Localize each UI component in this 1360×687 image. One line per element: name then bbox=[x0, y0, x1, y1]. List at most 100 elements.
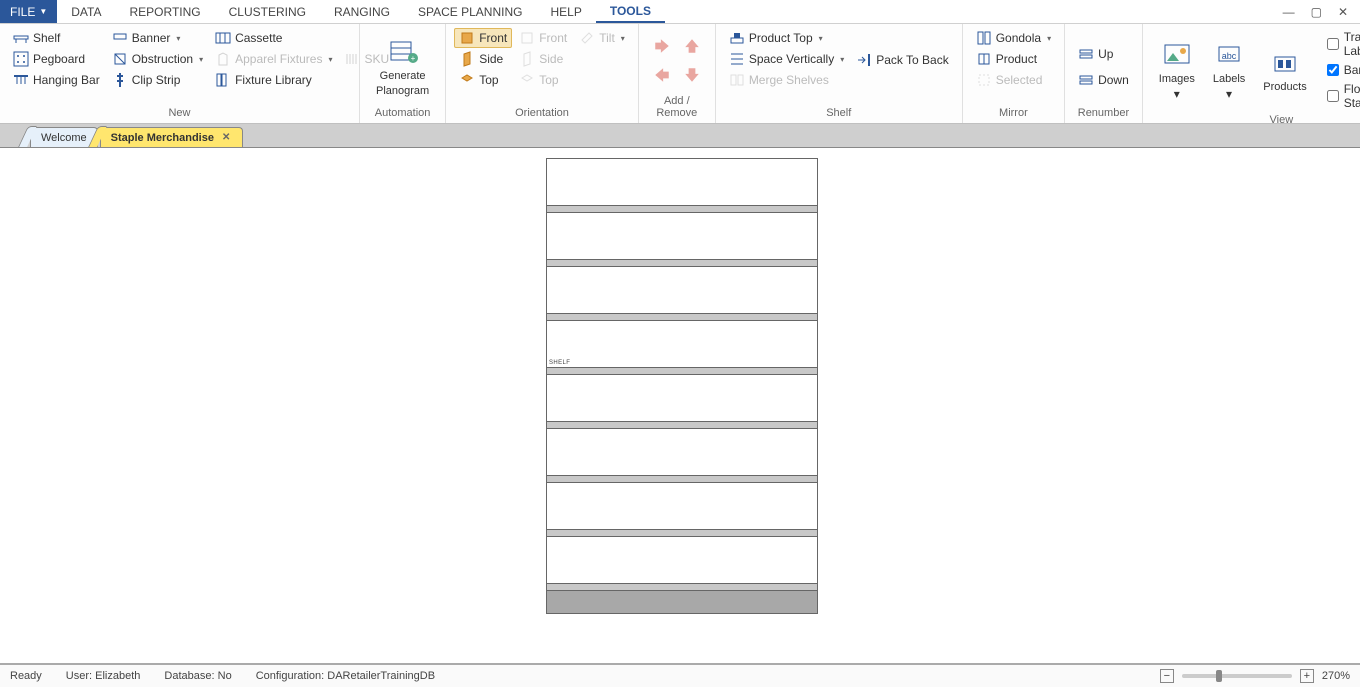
renumber-up-button[interactable]: Up bbox=[1073, 44, 1134, 64]
caps-top-icon bbox=[519, 72, 535, 88]
shelf-row[interactable] bbox=[547, 213, 817, 267]
status-ready: Ready bbox=[10, 670, 42, 682]
banners-checkbox[interactable]: Banners bbox=[1323, 61, 1360, 79]
pack-to-back-button[interactable]: Pack To Back bbox=[851, 50, 953, 70]
menu-help[interactable]: HELP bbox=[536, 0, 595, 23]
product-top-button[interactable]: Product Top▾ bbox=[724, 28, 849, 48]
shelf-row[interactable] bbox=[547, 159, 817, 213]
mirror-product-button[interactable]: Product bbox=[971, 49, 1056, 69]
caret-down-icon: ▾ bbox=[199, 55, 203, 64]
images-button[interactable]: Images ▾ bbox=[1151, 28, 1203, 112]
menu-tools[interactable]: TOOLS bbox=[596, 0, 665, 23]
group-label-renumber: Renumber bbox=[1073, 105, 1134, 123]
group-label-addremove: Add / Remove bbox=[647, 93, 707, 123]
products-button[interactable]: Products bbox=[1255, 28, 1314, 112]
shelf-row[interactable]: SHELF bbox=[547, 321, 817, 375]
shelf-row[interactable] bbox=[547, 483, 817, 537]
apparel-label: Apparel Fixtures bbox=[235, 52, 322, 66]
images-label: Images bbox=[1159, 73, 1195, 86]
caret-down-icon: ▾ bbox=[1226, 87, 1232, 101]
shelf-row[interactable] bbox=[547, 537, 817, 591]
labels-button[interactable]: abc Labels ▾ bbox=[1205, 28, 1253, 112]
mirror-selected-button: Selected bbox=[971, 70, 1056, 90]
ribbon-group-addremove: Add / Remove bbox=[639, 24, 716, 123]
orientation-front-button[interactable]: Front bbox=[454, 28, 512, 48]
zoom-slider-thumb[interactable] bbox=[1216, 670, 1222, 682]
caret-down-icon: ▾ bbox=[176, 34, 180, 43]
obstruction-label: Obstruction bbox=[132, 52, 193, 66]
shelf-row[interactable] bbox=[547, 267, 817, 321]
down-icon bbox=[1078, 72, 1094, 88]
obstruction-button[interactable]: Obstruction ▾ bbox=[107, 49, 208, 69]
orientation-top-button[interactable]: Top bbox=[454, 70, 512, 90]
tilt-button: Tilt▾ bbox=[574, 28, 630, 48]
selected-icon bbox=[976, 72, 992, 88]
generate-planogram-button[interactable]: + Generate Planogram bbox=[368, 28, 437, 105]
floating-status-checkbox[interactable]: Floating Status bbox=[1323, 80, 1360, 112]
tab-welcome[interactable]: Welcome bbox=[30, 127, 98, 147]
hanging-bar-button[interactable]: Hanging Bar bbox=[8, 70, 105, 90]
transparent-label: Transparent Lab bbox=[1344, 30, 1360, 58]
remove-down-icon[interactable] bbox=[683, 66, 701, 84]
mirror-gondola-button[interactable]: Gondola▾ bbox=[971, 28, 1056, 48]
apparel-fixtures-button: Apparel Fixtures▾ bbox=[210, 49, 337, 69]
caret-down-icon: ▾ bbox=[1047, 34, 1051, 43]
ribbon-group-automation: + Generate Planogram Automation bbox=[360, 24, 446, 123]
caps-side-label: Side bbox=[539, 52, 563, 66]
hanging-bar-label: Hanging Bar bbox=[33, 73, 100, 87]
caps-top-label: Top bbox=[539, 73, 558, 87]
shelf-row[interactable] bbox=[547, 429, 817, 483]
group-label-orientation: Orientation bbox=[454, 105, 630, 123]
menu-file[interactable]: FILE ▼ bbox=[0, 0, 57, 23]
caret-down-icon: ▼ bbox=[39, 7, 47, 16]
zoom-out-button[interactable]: − bbox=[1160, 669, 1174, 683]
tab-staple-merchandise[interactable]: Staple Merchandise ✕ bbox=[100, 127, 244, 147]
shelf-button[interactable]: Shelf bbox=[8, 28, 105, 48]
zoom-slider[interactable] bbox=[1182, 674, 1292, 678]
group-label-view: View bbox=[1151, 112, 1360, 130]
generate-label-2: Planogram bbox=[376, 85, 429, 98]
orientation-side-button[interactable]: Side bbox=[454, 49, 512, 69]
floating-label: Floating Status bbox=[1344, 82, 1360, 110]
gondola-base[interactable] bbox=[547, 591, 817, 613]
maximize-button[interactable]: ▢ bbox=[1307, 5, 1326, 19]
pegboard-button[interactable]: Pegboard bbox=[8, 49, 105, 69]
minimize-button[interactable]: — bbox=[1279, 5, 1299, 19]
group-label-new: New bbox=[8, 105, 351, 123]
menu-reporting[interactable]: REPORTING bbox=[116, 0, 215, 23]
generate-planogram-icon: + bbox=[387, 36, 419, 68]
menu-clustering[interactable]: CLUSTERING bbox=[215, 0, 320, 23]
menu-data[interactable]: DATA bbox=[57, 0, 115, 23]
zoom-in-button[interactable]: + bbox=[1300, 669, 1314, 683]
clip-strip-button[interactable]: Clip Strip bbox=[107, 70, 208, 90]
sku-icon bbox=[344, 51, 360, 67]
cassette-label: Cassette bbox=[235, 31, 282, 45]
merge-icon bbox=[729, 72, 745, 88]
renumber-down-button[interactable]: Down bbox=[1073, 70, 1134, 90]
shelf-row[interactable] bbox=[547, 375, 817, 429]
images-icon bbox=[1161, 39, 1193, 71]
shelf-text-label: SHELF bbox=[549, 360, 570, 366]
tab-close-button[interactable]: ✕ bbox=[220, 132, 232, 143]
add-up-icon[interactable] bbox=[683, 37, 701, 55]
space-vertically-button[interactable]: Space Vertically▾ bbox=[724, 49, 849, 69]
close-button[interactable]: ✕ bbox=[1334, 5, 1352, 19]
hanging-bar-icon bbox=[13, 72, 29, 88]
transparent-labels-checkbox[interactable]: Transparent Lab bbox=[1323, 28, 1360, 60]
add-right-icon[interactable] bbox=[653, 37, 671, 55]
remove-left-icon[interactable] bbox=[653, 66, 671, 84]
planogram[interactable]: SHELF bbox=[546, 158, 818, 614]
menu-space-planning[interactable]: SPACE PLANNING bbox=[404, 0, 536, 23]
banner-button[interactable]: Banner▾ bbox=[107, 28, 208, 48]
up-icon bbox=[1078, 46, 1094, 62]
labels-label: Labels bbox=[1213, 73, 1245, 86]
product-top-icon bbox=[729, 30, 745, 46]
caps-side-icon bbox=[519, 51, 535, 67]
top-icon bbox=[459, 72, 475, 88]
menu-ranging[interactable]: RANGING bbox=[320, 0, 404, 23]
side-label: Side bbox=[479, 52, 503, 66]
ribbon-group-view: Images ▾ abc Labels ▾ Products Transpare… bbox=[1143, 24, 1360, 123]
space-vertically-icon bbox=[729, 51, 745, 67]
tab-doc-label: Staple Merchandise bbox=[111, 132, 214, 144]
canvas[interactable]: SHELF bbox=[0, 148, 1360, 665]
